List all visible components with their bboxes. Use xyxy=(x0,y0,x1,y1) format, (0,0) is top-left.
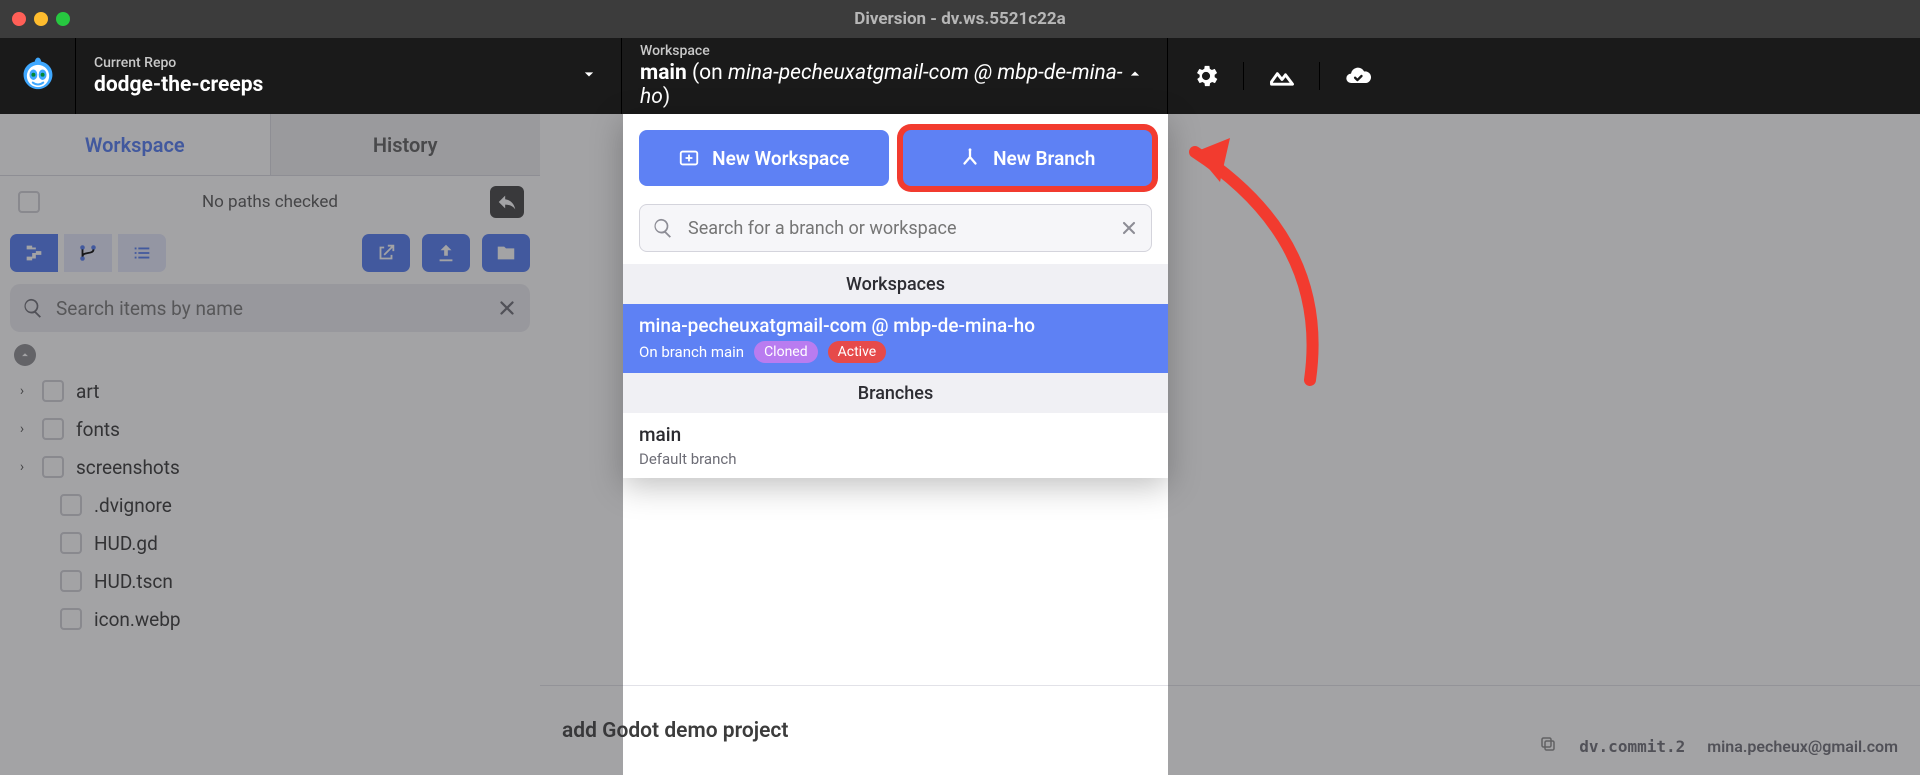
workspace-item-title: mina-pecheuxatgmail-com @ mbp-de-mina-ho xyxy=(639,314,1152,337)
sloth-logo-icon xyxy=(17,55,59,97)
repo-label: Current Repo xyxy=(94,55,603,71)
repo-name: dodge-the-creeps xyxy=(94,73,603,97)
chevron-up-icon xyxy=(1125,64,1145,88)
search-icon xyxy=(652,217,674,239)
external-link-icon xyxy=(375,242,397,264)
commit-author: mina.pecheux@gmail.com xyxy=(1707,737,1898,756)
branch-view-button[interactable] xyxy=(64,234,112,272)
checkbox[interactable] xyxy=(60,608,82,630)
tab-workspace[interactable]: Workspace xyxy=(0,114,270,175)
checkbox[interactable] xyxy=(42,456,64,478)
undo-button[interactable] xyxy=(490,186,524,218)
list-icon xyxy=(131,242,153,264)
activity-button[interactable] xyxy=(1244,62,1320,90)
tree-view-button[interactable] xyxy=(10,234,58,272)
file-tree: ›art ›fonts ›screenshots ›.dvignore ›HUD… xyxy=(0,338,540,638)
maximize-window-button[interactable] xyxy=(56,12,70,26)
checkbox[interactable] xyxy=(42,418,64,440)
app-logo[interactable] xyxy=(0,38,76,114)
minimize-window-button[interactable] xyxy=(34,12,48,26)
new-workspace-button[interactable]: New Workspace xyxy=(639,130,889,186)
dropdown-search[interactable] xyxy=(639,204,1152,252)
checkbox[interactable] xyxy=(42,380,64,402)
search-input[interactable] xyxy=(54,296,496,321)
tab-history[interactable]: History xyxy=(270,114,541,175)
checkbox[interactable] xyxy=(60,532,82,554)
dropdown-search-input[interactable] xyxy=(686,217,1119,240)
traffic-lights xyxy=(12,12,70,26)
paths-summary: No paths checked xyxy=(0,176,540,228)
close-window-button[interactable] xyxy=(12,12,26,26)
tree-folder[interactable]: ›screenshots xyxy=(8,448,540,486)
active-badge: Active xyxy=(828,341,887,363)
folder-plus-icon xyxy=(495,242,517,264)
open-external-button[interactable] xyxy=(362,234,410,272)
clear-icon[interactable] xyxy=(1119,218,1139,238)
commit-id: dv.commit.2 xyxy=(1579,737,1685,756)
settings-button[interactable] xyxy=(1168,62,1244,90)
tree-file[interactable]: ›HUD.tscn xyxy=(8,562,540,600)
workspace-dropdown: New Workspace New Branch Workspaces mina… xyxy=(623,114,1168,478)
chevron-up-icon xyxy=(18,348,32,362)
new-branch-button[interactable]: New Branch xyxy=(903,130,1153,186)
copy-icon[interactable] xyxy=(1539,735,1557,757)
gear-icon xyxy=(1192,62,1220,90)
branch-item-sub: Default branch xyxy=(639,450,1152,468)
branch-item-title: main xyxy=(639,423,1152,446)
checkbox[interactable] xyxy=(60,570,82,592)
tree-icon xyxy=(23,242,45,264)
workspace-item[interactable]: mina-pecheuxatgmail-com @ mbp-de-mina-ho… xyxy=(623,304,1168,373)
chevron-down-icon xyxy=(579,64,599,88)
section-workspaces: Workspaces xyxy=(623,264,1168,304)
tree-folder[interactable]: ›fonts xyxy=(8,410,540,448)
app-header: Current Repo dodge-the-creeps Workspace … xyxy=(0,38,1920,114)
tree-file[interactable]: ›HUD.gd xyxy=(8,524,540,562)
upload-icon xyxy=(435,242,457,264)
tree-file[interactable]: ›icon.webp xyxy=(8,600,540,638)
tree-folder[interactable]: ›art xyxy=(8,372,540,410)
window-title: Diversion - dv.ws.5521c22a xyxy=(0,9,1920,29)
select-all-checkbox[interactable] xyxy=(18,191,40,213)
workspace-switcher[interactable]: Workspace main (on mina-pecheuxatgmail-c… xyxy=(622,38,1168,114)
commit-row[interactable]: add Godot demo project dv.commit.2 mina.… xyxy=(540,685,1920,775)
commit-title: add Godot demo project xyxy=(562,719,788,743)
clear-icon[interactable] xyxy=(496,297,518,319)
activity-icon xyxy=(1268,62,1296,90)
mac-titlebar: Diversion - dv.ws.5521c22a xyxy=(0,0,1920,38)
cloud-check-icon xyxy=(1344,62,1372,90)
search-icon xyxy=(22,297,44,319)
list-view-button[interactable] xyxy=(118,234,166,272)
workspace-value: main (on mina-pecheuxatgmail-com @ mbp-d… xyxy=(640,61,1149,109)
section-branches: Branches xyxy=(623,373,1168,413)
workspace-label: Workspace xyxy=(640,43,1149,59)
checkbox[interactable] xyxy=(60,494,82,516)
sidebar-search[interactable] xyxy=(10,284,530,332)
commit-meta: dv.commit.2 mina.pecheux@gmail.com xyxy=(1539,735,1898,757)
branch-icon xyxy=(77,242,99,264)
collapse-all-button[interactable] xyxy=(14,344,36,366)
reply-icon xyxy=(496,191,518,213)
repo-switcher[interactable]: Current Repo dodge-the-creeps xyxy=(76,38,622,114)
new-folder-button[interactable] xyxy=(482,234,530,272)
paths-text: No paths checked xyxy=(202,192,338,212)
tree-file[interactable]: ›.dvignore xyxy=(8,486,540,524)
sidebar-tabs: Workspace History xyxy=(0,114,540,176)
upload-button[interactable] xyxy=(422,234,470,272)
cloud-sync-button[interactable] xyxy=(1320,62,1396,90)
branch-icon xyxy=(959,147,981,169)
sidebar: Workspace History No paths checked xyxy=(0,114,540,775)
branch-item[interactable]: main Default branch xyxy=(623,413,1168,478)
cloned-badge: Cloned xyxy=(754,341,818,363)
new-workspace-icon xyxy=(678,147,700,169)
sidebar-toolbar xyxy=(0,228,540,278)
